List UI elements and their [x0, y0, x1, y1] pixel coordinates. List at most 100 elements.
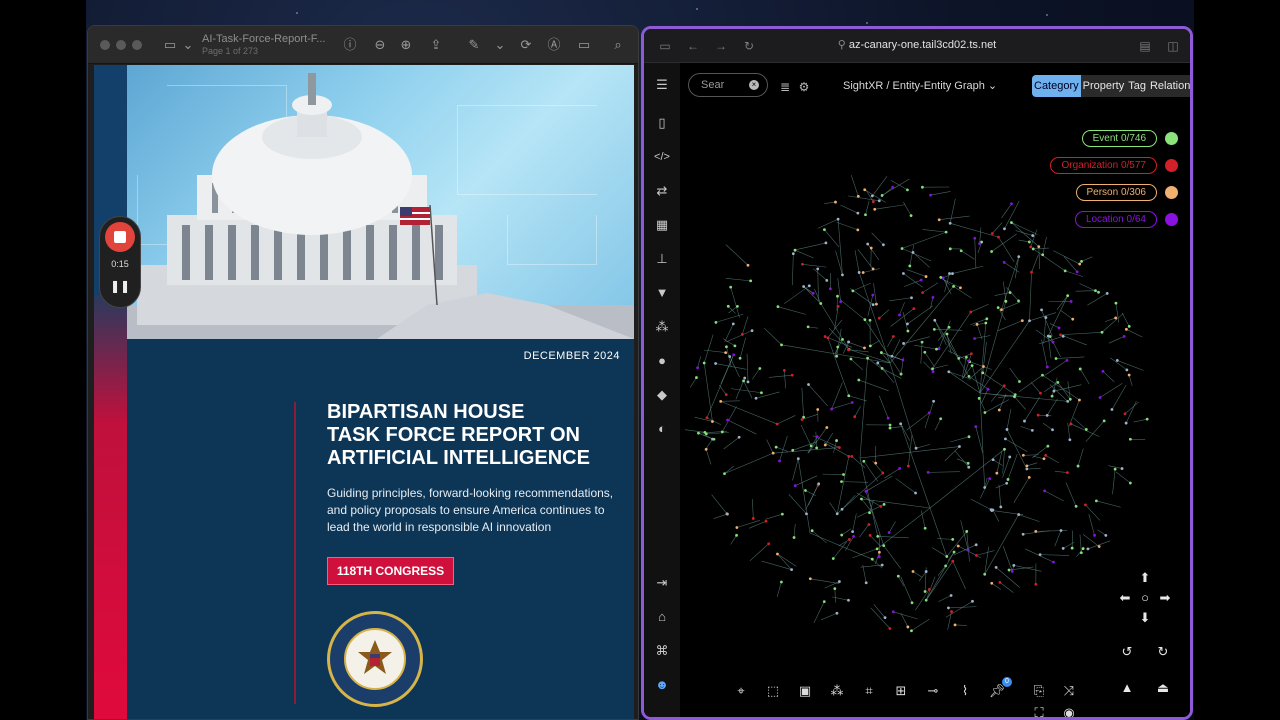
- zoom-in-icon[interactable]: ⊕: [398, 37, 414, 53]
- graph-edge: [920, 342, 923, 364]
- cluster-icon[interactable]: ⁂: [828, 682, 846, 700]
- graph-node: [1030, 270, 1033, 274]
- crop-icon[interactable]: ⌗: [860, 682, 878, 700]
- graph-edge: [840, 299, 866, 320]
- logout-icon[interactable]: ⇥: [654, 575, 670, 591]
- graph-node: [951, 559, 955, 563]
- tilt-up-icon[interactable]: ⏏: [1154, 679, 1172, 697]
- graph-node: [898, 467, 902, 470]
- stop-recording-button[interactable]: [105, 222, 135, 252]
- graph-node: [1002, 260, 1006, 264]
- graph-node: [1070, 546, 1074, 550]
- image-icon[interactable]: ▣: [796, 682, 814, 700]
- clear-search-icon[interactable]: ×: [749, 80, 759, 90]
- menu-icon[interactable]: ☰: [654, 77, 670, 93]
- graph-edge: [1065, 482, 1077, 507]
- graph-node: [1086, 547, 1090, 551]
- chevron-down-icon[interactable]: ⌄: [180, 37, 196, 53]
- legend-location[interactable]: Location 0/64: [1074, 211, 1178, 228]
- search-icon[interactable]: ⌕: [610, 37, 626, 53]
- pan-right-icon[interactable]: ➡: [1156, 589, 1174, 607]
- tab-relationship[interactable]: Relationship: [1148, 75, 1190, 97]
- home-icon[interactable]: ⌂: [654, 609, 670, 625]
- transfer-icon[interactable]: ⇄: [654, 183, 670, 199]
- reader-icon[interactable]: ▤: [1138, 39, 1152, 53]
- graph-node: [729, 285, 733, 289]
- database-icon[interactable]: ≣: [778, 80, 792, 94]
- palette-icon[interactable]: ◐: [654, 421, 670, 437]
- address-bar[interactable]: ⚲ az-canary-one.tail3cd02.ts.net: [644, 38, 1190, 51]
- table-icon[interactable]: ▦: [654, 217, 670, 233]
- graph-node: [909, 214, 913, 217]
- graph-node: [1057, 326, 1061, 330]
- graph-edge: [1006, 408, 1012, 430]
- command-icon[interactable]: ⌘: [654, 643, 670, 659]
- zoom-window-button[interactable]: [132, 40, 142, 50]
- annotate-icon[interactable]: Ⓐ: [546, 37, 562, 53]
- share-icon[interactable]: ⇪: [428, 37, 444, 53]
- graph-node: [1068, 438, 1072, 442]
- users-icon[interactable]: ☻: [654, 677, 670, 693]
- export-icon[interactable]: ⎘: [1030, 682, 1048, 700]
- focus-target-icon[interactable]: ⌖: [732, 682, 750, 700]
- legend-person[interactable]: Person 0/306: [1075, 184, 1178, 201]
- pan-up-icon[interactable]: ⬆: [1136, 569, 1154, 587]
- tab-property[interactable]: Property: [1081, 75, 1127, 97]
- pan-left-icon[interactable]: ⬅: [1116, 589, 1134, 607]
- legend-organization[interactable]: Organization 0/577: [1050, 157, 1178, 174]
- graph-node: [842, 473, 845, 476]
- rotate-right-icon[interactable]: ↻: [1154, 643, 1172, 661]
- tilt-down-icon[interactable]: ▲: [1118, 679, 1136, 697]
- minimize-window-button[interactable]: [116, 40, 126, 50]
- graph-edge: [873, 283, 877, 305]
- tab-tag[interactable]: Tag: [1126, 75, 1148, 97]
- sidebar-toggle-icon[interactable]: ▭: [162, 37, 178, 53]
- graph-canvas[interactable]: Sear × ≣ ⚙ SightXR / Entity-Entity Graph…: [680, 63, 1190, 717]
- split-view-icon[interactable]: ◫: [1166, 39, 1180, 53]
- pause-recording-button[interactable]: ❚❚: [100, 279, 140, 293]
- graph-edge: [923, 361, 934, 372]
- markup-chevron-icon[interactable]: ⌄: [492, 37, 508, 53]
- clean-brush-icon[interactable]: ⌇: [956, 682, 974, 700]
- markup-pen-icon[interactable]: ✎: [466, 37, 482, 53]
- connect-icon[interactable]: ⊸: [924, 682, 942, 700]
- graph-node: [1000, 308, 1003, 312]
- legend-event[interactable]: Event 0/746: [1081, 130, 1178, 147]
- filter-icon[interactable]: ▼: [654, 285, 670, 301]
- close-window-button[interactable]: [100, 40, 110, 50]
- add-node-icon[interactable]: ⊞: [892, 682, 910, 700]
- fit-screen-icon[interactable]: ⛶: [1030, 704, 1048, 717]
- tab-category[interactable]: Category: [1032, 75, 1081, 97]
- rotate-left-icon[interactable]: ↺: [1118, 643, 1136, 661]
- code-icon[interactable]: </>: [654, 149, 670, 165]
- graph-edge: [852, 282, 871, 292]
- globe-icon[interactable]: ●: [654, 353, 670, 369]
- graph-edge: [743, 380, 753, 399]
- graph-edge: [862, 564, 867, 583]
- form-fill-icon[interactable]: ▭: [576, 37, 592, 53]
- hierarchy-icon[interactable]: ⊥: [654, 251, 670, 267]
- info-icon[interactable]: ⓘ: [342, 37, 358, 53]
- pdf-page-canvas[interactable]: DECEMBER 2024 BIPARTISAN HOUSE TASK FORC…: [94, 65, 634, 719]
- graph-node: [1114, 301, 1118, 305]
- graph-edge: [981, 389, 989, 404]
- cube-icon[interactable]: ◆: [654, 387, 670, 403]
- settings-gear-icon[interactable]: ⚙: [797, 80, 811, 94]
- graph-node: [856, 194, 860, 198]
- rotate-icon[interactable]: ⟳: [518, 37, 534, 53]
- headline-line: BIPARTISAN HOUSE: [327, 401, 525, 423]
- pdf-viewer-window: ▭ ⌄ AI-Task-Force-Report-F... Page 1 of …: [87, 25, 639, 720]
- select-box-icon[interactable]: ⬚: [764, 682, 782, 700]
- graph-node: [1046, 334, 1050, 338]
- graph-network-icon[interactable]: ⁂: [654, 319, 670, 335]
- pan-down-icon[interactable]: ⬇: [1136, 609, 1154, 627]
- center-view-icon[interactable]: ○: [1136, 589, 1154, 607]
- document-icon[interactable]: ▯: [654, 115, 670, 131]
- graph-edge: [820, 613, 838, 621]
- graph-node: [1124, 327, 1128, 331]
- breadcrumb[interactable]: SightXR / Entity-Entity Graph ⌄: [843, 79, 997, 92]
- camera-icon[interactable]: ◉: [1060, 704, 1078, 717]
- scatter-icon[interactable]: ⤨: [1060, 682, 1078, 700]
- graph-node: [848, 538, 851, 541]
- zoom-out-icon[interactable]: ⊖: [372, 37, 388, 53]
